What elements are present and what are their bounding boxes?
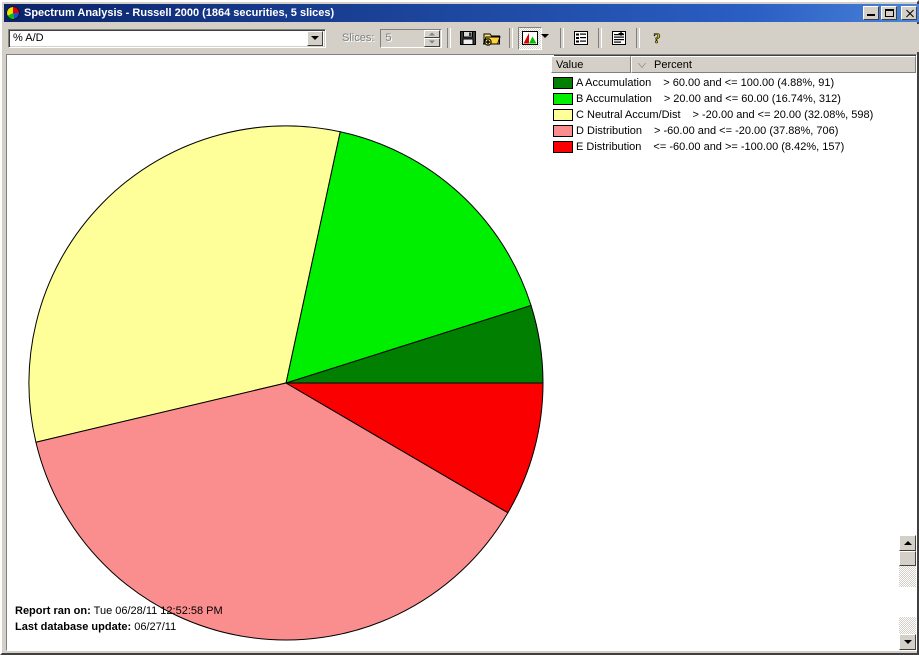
chevron-down-icon[interactable] [307,30,323,46]
report-ran-on-value: Tue 06/28/11 12:52:58 PM [93,605,223,617]
toolbar-separator-2 [509,28,514,48]
open-button[interactable] [480,26,505,50]
title-bar: Spectrum Analysis - Russell 2000 (1864 s… [4,4,919,22]
sort-descending-icon [638,62,646,67]
legend-header: Value Percent [551,56,916,73]
slices-stepper[interactable]: 5 [380,28,443,48]
field-select[interactable]: % A/D [8,28,326,48]
report-updated-label: Last database update: [15,621,132,633]
maximize-button[interactable] [881,6,897,20]
legend-color-swatch [553,109,573,121]
report-updated-value: 06/27/11 [134,621,177,633]
legend-row[interactable]: B Accumulation > 20.00 and <= 60.00 (16.7… [551,91,916,107]
legend-row[interactable]: E Distribution <= -60.00 and >= -100.00 (… [551,139,916,155]
legend-color-swatch [553,77,573,89]
pie-chart-svg[interactable] [7,55,554,650]
scroll-up-button[interactable] [899,535,916,551]
detail-report-icon [612,31,627,45]
close-button[interactable] [901,6,917,20]
pie-chart-icon [6,6,20,20]
legend-rows: A Accumulation > 60.00 and <= 100.00 (4.8… [551,75,916,155]
area-chart-icon [522,31,539,45]
svg-text:?: ? [654,31,662,47]
window-title: Spectrum Analysis - Russell 2000 (1864 s… [24,7,335,19]
legend-row-range: > 60.00 and <= 100.00 (4.88%, 91) [663,77,835,89]
legend-row-name: A Accumulation [576,77,652,89]
toolbar-separator-5 [636,28,641,48]
slices-increment-icon[interactable] [424,29,441,38]
report-ran-on-label: Report ran on: [15,605,91,617]
legend-color-swatch [553,141,573,153]
legend-row-range: > -60.00 and <= -20.00 (37.88%, 706) [654,125,839,137]
client-area: Value Percent A Accumulation > 60.00 and … [6,54,917,651]
legend-row[interactable]: D Distribution > -60.00 and <= -20.00 (37… [551,123,916,139]
toolbar-separator [447,28,452,48]
list-report-icon [574,31,589,45]
spectrum-analysis-window: Spectrum Analysis - Russell 2000 (1864 s… [0,0,919,655]
scrollbar-thumb[interactable] [899,551,916,566]
report-ran-on-line: Report ran on: Tue 06/28/11 12:52:58 PM [15,603,223,619]
legend-column-percent-label: Percent [654,58,692,71]
minimize-button[interactable] [863,6,879,20]
legend-row-range: > -20.00 and <= 20.00 (32.08%, 598) [692,109,874,121]
legend-scrollbar-bottom[interactable] [899,617,916,650]
legend-scrollbar-track[interactable] [899,535,916,587]
help-button[interactable]: ? [645,26,670,50]
legend-row-name: B Accumulation [576,93,652,105]
legend-color-swatch [553,125,573,137]
chart-view-dropdown[interactable] [540,26,556,50]
slices-decrement-icon[interactable] [424,38,441,47]
toolbar: % A/D Slices: 5 ? [4,24,919,52]
legend-column-percent[interactable]: Percent [631,56,916,73]
toolbar-separator-3 [560,28,565,48]
window-controls [863,6,917,20]
report-footer: Report ran on: Tue 06/28/11 12:52:58 PM … [15,603,223,635]
legend-row-range: <= -60.00 and >= -100.00 (8.42%, 157) [653,141,845,153]
scroll-down-button[interactable] [899,634,916,650]
field-select-value: % A/D [13,32,44,44]
pie-chart [7,55,554,650]
open-folder-plus-icon [483,33,502,46]
legend-row-name: C Neutral Accum/Dist [576,109,681,121]
slices-spinner-buttons[interactable] [424,29,441,47]
legend-row[interactable]: A Accumulation > 60.00 and <= 100.00 (4.8… [551,75,916,91]
report-updated-line: Last database update: 06/27/11 [15,619,223,635]
legend-row[interactable]: C Neutral Accum/Dist > -20.00 and <= 20.0… [551,107,916,123]
slices-label: Slices: [342,32,375,44]
legend-row-name: D Distribution [576,125,643,137]
list-report-button[interactable] [569,26,594,50]
legend-column-value[interactable]: Value [551,56,631,73]
legend-color-swatch [553,93,573,105]
slices-value: 5 [385,32,392,44]
legend-row-name: E Distribution [576,141,642,153]
legend-row-range: > 20.00 and <= 60.00 (16.74%, 312) [663,93,841,105]
chart-view-button[interactable] [518,26,543,50]
save-button[interactable] [456,26,481,50]
floppy-disk-icon [460,31,477,45]
legend-panel: Value Percent A Accumulation > 60.00 and … [551,56,916,650]
question-mark-icon: ? [653,31,662,47]
toolbar-separator-4 [598,28,603,48]
detail-report-button[interactable] [607,26,632,50]
